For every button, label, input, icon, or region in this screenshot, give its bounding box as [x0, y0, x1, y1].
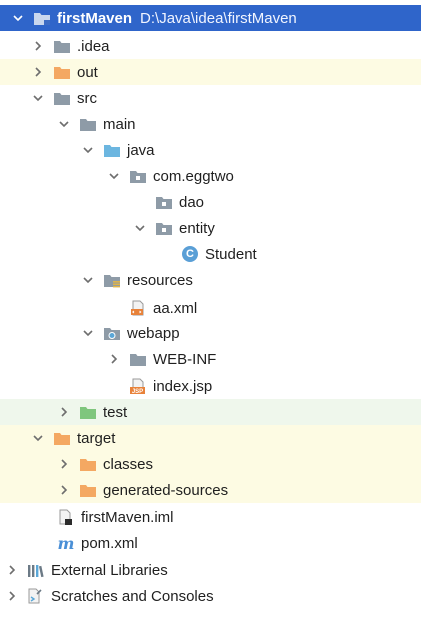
- node-label: resources: [127, 271, 193, 289]
- project-tree: firstMaven D:\Java\idea\firstMaven .idea…: [0, 0, 421, 626]
- node-label: .idea: [77, 37, 110, 55]
- tree-row-webapp[interactable]: webapp: [0, 320, 421, 346]
- node-label: Student: [205, 245, 257, 263]
- module-folder-icon: [33, 10, 51, 26]
- tree-row-external-libraries[interactable]: External Libraries: [0, 557, 421, 583]
- chevron-right-icon[interactable]: [5, 563, 19, 577]
- node-label: dao: [179, 193, 205, 211]
- tree-row-resources[interactable]: resources: [0, 267, 421, 293]
- chevron-right-icon[interactable]: [5, 589, 19, 603]
- folder-icon: [79, 116, 97, 132]
- tree-row-com-eggtwo[interactable]: com.eggtwo: [0, 163, 421, 189]
- excluded-folder-icon: [53, 430, 71, 446]
- excluded-folder-icon: [79, 456, 97, 472]
- tree-row-generated-sources[interactable]: generated-sources: [0, 477, 421, 503]
- source-folder-icon: [103, 142, 121, 158]
- tree-row-target[interactable]: target: [0, 425, 421, 451]
- tree-row-src[interactable]: src: [0, 85, 421, 111]
- package-icon: [129, 168, 147, 184]
- maven-icon: m: [57, 533, 75, 553]
- tree-row-pom-xml[interactable]: m pom.xml: [0, 530, 421, 556]
- node-label: WEB-INF: [153, 350, 217, 368]
- tree-row-index-jsp[interactable]: JSP index.jsp: [0, 373, 421, 399]
- tree-row-project-root[interactable]: firstMaven D:\Java\idea\firstMaven: [0, 5, 421, 31]
- chevron-down-icon[interactable]: [107, 169, 121, 183]
- folder-icon: [53, 38, 71, 54]
- node-label: Scratches and Consoles: [51, 587, 214, 605]
- node-label: main: [103, 115, 136, 133]
- chevron-right-icon[interactable]: [31, 65, 45, 79]
- tree-row-main[interactable]: main: [0, 111, 421, 137]
- chevron-down-icon[interactable]: [81, 326, 95, 340]
- java-class-icon: C: [181, 246, 199, 262]
- node-label: webapp: [127, 324, 180, 342]
- iml-file-icon: [57, 509, 75, 525]
- xml-file-icon: [129, 300, 147, 316]
- chevron-down-icon[interactable]: [31, 91, 45, 105]
- tree-row-dao[interactable]: dao: [0, 189, 421, 215]
- resources-folder-icon: [103, 272, 121, 288]
- tree-row-student[interactable]: C Student: [0, 241, 421, 267]
- chevron-down-icon[interactable]: [31, 431, 45, 445]
- chevron-down-icon[interactable]: [81, 273, 95, 287]
- chevron-down-icon[interactable]: [133, 221, 147, 235]
- node-label: index.jsp: [153, 377, 213, 395]
- node-label: src: [77, 89, 97, 107]
- node-label: entity: [179, 219, 215, 237]
- tree-row-test[interactable]: test: [0, 399, 421, 425]
- package-icon: [155, 194, 173, 210]
- node-label: aa.xml: [153, 299, 198, 317]
- excluded-folder-icon: [53, 64, 71, 80]
- web-folder-icon: [103, 325, 121, 341]
- excluded-folder-icon: [79, 482, 97, 498]
- svg-text:JSP: JSP: [132, 389, 143, 395]
- chevron-right-icon[interactable]: [31, 39, 45, 53]
- tree-row-web-inf[interactable]: WEB-INF: [0, 346, 421, 372]
- node-label: generated-sources: [103, 481, 229, 499]
- library-icon: [27, 562, 45, 578]
- chevron-right-icon[interactable]: [57, 405, 71, 419]
- chevron-right-icon[interactable]: [57, 483, 71, 497]
- tree-row-aa-xml[interactable]: aa.xml: [0, 295, 421, 321]
- node-label: com.eggtwo: [153, 167, 234, 185]
- package-icon: [155, 220, 173, 236]
- tree-row-scratches[interactable]: Scratches and Consoles: [0, 583, 421, 609]
- tree-row-java[interactable]: java: [0, 137, 421, 163]
- project-path: D:\Java\idea\firstMaven: [140, 9, 297, 27]
- node-label: target: [77, 429, 116, 447]
- chevron-down-icon[interactable]: [11, 11, 25, 25]
- folder-icon: [129, 351, 147, 367]
- tree-row-idea[interactable]: .idea: [0, 33, 421, 59]
- node-label: test: [103, 403, 128, 421]
- jsp-file-icon: JSP: [129, 378, 147, 395]
- node-label: External Libraries: [51, 561, 168, 579]
- node-label: classes: [103, 455, 154, 473]
- node-label: out: [77, 63, 98, 81]
- tree-row-out[interactable]: out: [0, 59, 421, 85]
- tree-row-iml-file[interactable]: firstMaven.iml: [0, 504, 421, 530]
- tree-row-entity[interactable]: entity: [0, 215, 421, 241]
- node-label: pom.xml: [81, 534, 138, 552]
- node-label: java: [127, 141, 155, 159]
- tree-row-classes[interactable]: classes: [0, 451, 421, 477]
- project-name: firstMaven: [57, 9, 133, 27]
- chevron-down-icon[interactable]: [81, 143, 95, 157]
- folder-icon: [53, 90, 71, 106]
- scratches-icon: [27, 588, 45, 604]
- node-label: firstMaven.iml: [81, 508, 174, 526]
- chevron-right-icon[interactable]: [107, 352, 121, 366]
- chevron-right-icon[interactable]: [57, 457, 71, 471]
- chevron-down-icon[interactable]: [57, 117, 71, 131]
- test-folder-icon: [79, 404, 97, 420]
